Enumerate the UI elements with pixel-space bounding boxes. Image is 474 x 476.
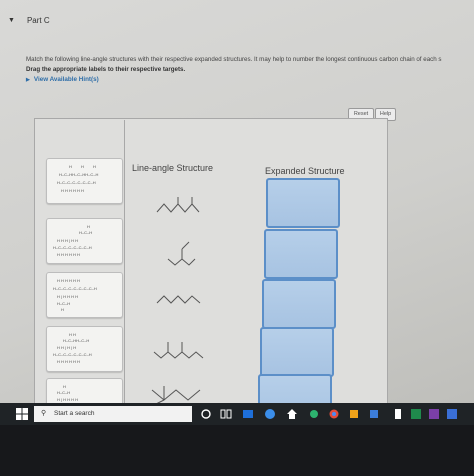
draggable-label[interactable]: H H–C–H H H H | H H H–C–C–C–C–C–C–H H H … xyxy=(46,218,123,264)
svg-text:H H H H H H: H H H H H H xyxy=(57,252,80,257)
line-angle-structure xyxy=(156,197,200,213)
svg-text:H: H xyxy=(61,307,64,312)
cortana-icon[interactable] xyxy=(200,408,212,420)
svg-text:H–C–HH–C–H: H–C–HH–C–H xyxy=(63,338,89,343)
part-title: Part C xyxy=(26,16,50,25)
svg-text:H H H H H H: H H H H H H xyxy=(57,278,80,283)
triangle-down-icon[interactable]: ▼ xyxy=(8,17,15,24)
expanded-column-header: Expanded Structure xyxy=(265,166,345,176)
drop-target-2[interactable] xyxy=(264,229,338,279)
svg-text:H: H xyxy=(81,164,84,169)
search-placeholder: Start a search xyxy=(54,410,95,417)
expanded-structure-image: H H H H H H H–C–C–C–C–C–C–C–H H | H H H … xyxy=(53,278,97,312)
triangle-right-icon: ▶ xyxy=(26,76,30,83)
store-icon[interactable] xyxy=(308,408,320,420)
svg-text:H–C–H: H–C–H xyxy=(79,230,92,235)
teams-icon[interactable] xyxy=(446,408,458,420)
line-angle-column-header: Line-angle Structure xyxy=(132,163,214,173)
windows-start-icon[interactable] xyxy=(16,408,28,420)
app-icon[interactable] xyxy=(368,408,380,420)
expanded-structure-image: H H–C–H H H H | H H H–C–C–C–C–C–C–H H H … xyxy=(53,224,92,257)
onenote-icon[interactable] xyxy=(428,408,440,420)
document-icon[interactable] xyxy=(392,408,404,420)
magnifier-icon: ⚲ xyxy=(41,410,47,417)
svg-text:H | H H H H: H | H H H H xyxy=(57,294,78,299)
svg-text:H–C–C–C–C–C–C–H: H–C–C–C–C–C–C–H xyxy=(53,352,92,357)
excel-icon[interactable] xyxy=(410,408,422,420)
hints-link[interactable]: ▶ View Available Hint(s) xyxy=(26,76,99,83)
svg-text:H: H xyxy=(87,224,90,229)
line-angle-structure xyxy=(153,342,204,359)
task-view-icon[interactable] xyxy=(220,408,232,420)
svg-text:H H | H | H: H H | H | H xyxy=(57,345,76,350)
home-icon[interactable] xyxy=(286,408,298,420)
expanded-structure-image: H H H–C–HH–C–H H H | H | H H–C–C–C–C–C–C… xyxy=(53,332,92,364)
svg-text:H | H H H H: H | H H H H xyxy=(57,397,78,402)
svg-text:H–C–C–C–C–C–C–C–H: H–C–C–C–C–C–C–C–H xyxy=(53,286,97,291)
svg-text:H–C–HH–C–HH–C–H: H–C–HH–C–HH–C–H xyxy=(59,172,98,177)
drop-target-1[interactable] xyxy=(266,178,340,228)
edge-icon[interactable] xyxy=(264,408,276,420)
drop-target-3[interactable] xyxy=(262,279,336,329)
svg-text:H–C–C–C–C–C–C–H: H–C–C–C–C–C–C–H xyxy=(57,180,96,185)
svg-text:H: H xyxy=(69,164,72,169)
svg-text:H H H H H H: H H H H H H xyxy=(61,188,84,193)
svg-text:H–C–C–C–C–C–C–H: H–C–C–C–C–C–C–H xyxy=(53,245,92,250)
svg-text:H–C–H: H–C–H xyxy=(57,390,70,395)
draggable-label[interactable]: H H H H H H H–C–C–C–C–C–C–C–H H | H H H … xyxy=(46,272,123,318)
amazon-icon[interactable] xyxy=(348,408,360,420)
draggable-label[interactable]: H H H H–C–HH–C–HH–C–H H–C–C–C–C–C–C–H H H … xyxy=(46,158,123,204)
expanded-structure-image: H H H H–C–HH–C–HH–C–H H–C–C–C–C–C–C–H H H … xyxy=(57,164,98,193)
draggable-label[interactable]: H H H–C–HH–C–H H H | H | H H–C–C–C–C–C–C… xyxy=(46,326,123,372)
instruction-text: Match the following line-angle structure… xyxy=(26,56,442,63)
svg-text:H H: H H xyxy=(69,332,76,337)
svg-text:H H H H H H: H H H H H H xyxy=(57,359,80,364)
svg-text:H–C–H: H–C–H xyxy=(57,301,70,306)
label-pool: HHH H–C–HH–C–HH–C–H H–C–C–C–C–C–C–H H H … xyxy=(36,120,125,424)
hints-link-label[interactable]: View Available Hint(s) xyxy=(34,76,99,83)
svg-text:H: H xyxy=(93,164,96,169)
drag-instruction: Drag the appropriate labels to their res… xyxy=(26,66,186,73)
browser-page: ▼ Part C Match the following line-angle … xyxy=(0,0,474,425)
line-angle-structure xyxy=(156,295,201,304)
part-header[interactable]: ▼ Part C xyxy=(8,16,50,25)
svg-text:H H H | H H: H H H | H H xyxy=(57,238,78,243)
line-angle-structure xyxy=(167,241,196,266)
taskbar: ⚲ Start a search xyxy=(0,403,474,425)
chrome-icon[interactable] xyxy=(328,408,340,420)
monitor-bezel xyxy=(0,425,474,476)
taskbar-search-input[interactable]: ⚲ Start a search xyxy=(34,406,192,422)
svg-text:H: H xyxy=(63,384,66,389)
edge-browser-icon[interactable] xyxy=(242,408,254,420)
drop-target-4[interactable] xyxy=(260,327,334,377)
